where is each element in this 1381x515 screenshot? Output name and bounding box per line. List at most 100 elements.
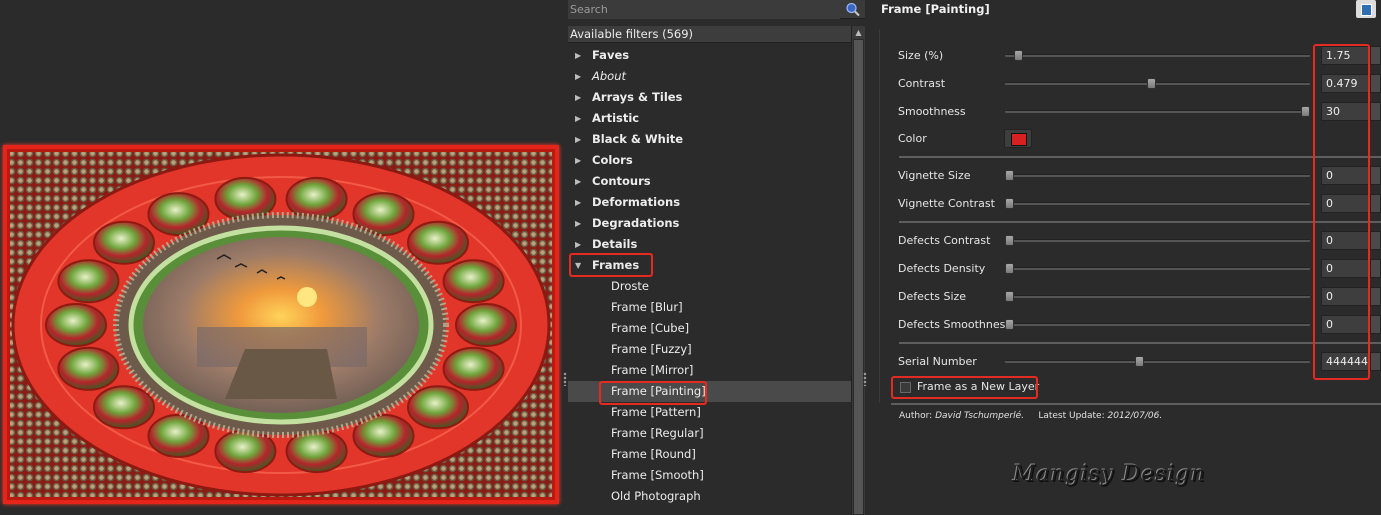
author-info: Author: David Tschumperlé. Latest Update… — [899, 411, 1162, 421]
tree-category[interactable]: ▶ About — [568, 66, 851, 87]
tree-filter-item[interactable]: Frame [Mirror] — [568, 360, 851, 381]
tree-category-label: Artistic — [592, 111, 640, 125]
tree-category[interactable]: ▶ Arrays & Tiles — [568, 87, 851, 108]
spin-arrows-icon[interactable] — [1370, 352, 1381, 371]
slider-handle[interactable] — [1005, 235, 1014, 246]
separator — [899, 342, 1381, 344]
collapsed-arrow-icon[interactable]: ▶ — [575, 129, 585, 150]
tree-filter-item[interactable]: Frame [Pattern] — [568, 402, 851, 423]
search-input[interactable] — [568, 0, 840, 19]
vignette-size-slider[interactable] — [1005, 170, 1310, 181]
serial-number-label: Serial Number — [898, 355, 977, 368]
tree-category[interactable]: ▶ Black & White — [568, 129, 851, 150]
slider-handle[interactable] — [1135, 356, 1144, 367]
slider-handle[interactable] — [1301, 106, 1310, 117]
filters-header[interactable]: Available filters (569) — [568, 26, 851, 43]
update-date: 2012/07/06. — [1107, 411, 1163, 421]
defects-density-slider[interactable] — [1005, 263, 1310, 274]
tree-filter-item[interactable]: Frame [Round] — [568, 444, 851, 465]
slider-handle[interactable] — [1005, 319, 1014, 330]
tree-category[interactable]: ▶ Contours — [568, 171, 851, 192]
collapsed-arrow-icon[interactable]: ▶ — [575, 108, 585, 129]
spin-arrows-icon[interactable] — [1370, 287, 1381, 306]
tree-category[interactable]: ▶ Artistic — [568, 108, 851, 129]
slider-handle[interactable] — [1005, 170, 1014, 181]
filters-panel: Available filters (569) ▶ Faves ▶ About ▶ Arr… — [568, 0, 865, 515]
tree-category-label: Black & White — [592, 132, 684, 146]
defects-contrast-slider[interactable] — [1005, 235, 1310, 246]
bubble-ornament — [214, 429, 277, 474]
scroll-up-icon[interactable]: ▲ — [854, 28, 863, 37]
slider-handle[interactable] — [1005, 263, 1014, 274]
tree-category-label: Arrays & Tiles — [592, 90, 683, 104]
tree-filter-item[interactable]: Frame [Fuzzy] — [568, 339, 851, 360]
footer-separator — [891, 403, 1381, 405]
tree-scrollbar[interactable]: ▲ — [851, 26, 865, 515]
spin-arrows-icon[interactable] — [1370, 231, 1381, 250]
painting-highlight-box — [599, 381, 707, 405]
update-label: Latest Update: — [1038, 411, 1105, 421]
smoothness-label: Smoothness — [898, 105, 966, 118]
slider-handle[interactable] — [1014, 50, 1023, 61]
collapsed-arrow-icon[interactable]: ▶ — [575, 66, 585, 87]
collapsed-arrow-icon[interactable]: ▶ — [575, 45, 585, 66]
tree-filter-item[interactable]: Frame [Regular] — [568, 423, 851, 444]
tree-filter-label: Old Photograph — [611, 489, 701, 503]
slider-handle[interactable] — [1147, 78, 1156, 89]
layer-mode-icon[interactable] — [1356, 0, 1376, 18]
tree-filter-item[interactable]: Frame [Blur] — [568, 297, 851, 318]
tree-filter-label: Frame [Mirror] — [611, 363, 694, 377]
slider-handle[interactable] — [1005, 291, 1014, 302]
splitter-handle[interactable] — [563, 372, 567, 386]
tree-filter-item[interactable]: Droste — [568, 276, 851, 297]
tree-filter-item[interactable]: Frame [Smooth] — [568, 465, 851, 486]
tree-category-label: Contours — [592, 174, 651, 188]
tree-filter-item[interactable]: Old Photograph — [568, 486, 851, 507]
scroll-thumb[interactable] — [853, 39, 864, 515]
bubble-ornament — [352, 192, 415, 237]
vignette-contrast-slider[interactable] — [1005, 198, 1310, 209]
spin-arrows-icon[interactable] — [1370, 315, 1381, 334]
search-bar — [568, 0, 865, 19]
tree-filter-label: Droste — [611, 279, 649, 293]
collapsed-arrow-icon[interactable]: ▶ — [575, 150, 585, 171]
spin-arrows-icon[interactable] — [1370, 46, 1381, 65]
collapsed-arrow-icon[interactable]: ▶ — [575, 213, 585, 234]
collapsed-arrow-icon[interactable]: ▶ — [575, 87, 585, 108]
color-swatch[interactable] — [1004, 129, 1032, 148]
preview-pane[interactable] — [0, 0, 567, 515]
color-label: Color — [898, 132, 927, 145]
spin-arrows-icon[interactable] — [1370, 102, 1381, 121]
spin-arrows-icon[interactable] — [1370, 74, 1381, 93]
smoothness-slider[interactable] — [1005, 106, 1310, 117]
collapsed-arrow-icon[interactable]: ▶ — [575, 171, 585, 192]
bubble-ornament — [285, 429, 348, 474]
bubble-ornament — [455, 303, 517, 347]
spin-arrows-icon[interactable] — [1370, 194, 1381, 213]
serial-number-slider[interactable] — [1005, 356, 1310, 367]
slider-handle[interactable] — [1005, 198, 1014, 209]
contrast-slider[interactable] — [1005, 78, 1310, 89]
defects-size-slider[interactable] — [1005, 291, 1310, 302]
tree-filter-item[interactable]: Frame [Cube] — [568, 318, 851, 339]
tree-category[interactable]: ▶ Details — [568, 234, 851, 255]
spin-arrows-icon[interactable] — [1370, 166, 1381, 185]
filter-tree[interactable]: ▶ Faves ▶ About ▶ Arrays & Tiles ▶ Artistic ▶ Bla… — [568, 45, 851, 515]
tree-category[interactable]: ▶ Faves — [568, 45, 851, 66]
tree-category-label: Colors — [592, 153, 633, 167]
spin-arrows-icon[interactable] — [1370, 259, 1381, 278]
collapsed-arrow-icon[interactable]: ▶ — [575, 192, 585, 213]
tree-category[interactable]: ▶ Deformations — [568, 192, 851, 213]
splitter-handle-2[interactable] — [863, 372, 867, 386]
vignette-size-label: Vignette Size — [898, 169, 971, 182]
collapsed-arrow-icon[interactable]: ▶ — [575, 234, 585, 255]
defects-smoothness-slider[interactable] — [1005, 319, 1310, 330]
bubble-ornament — [57, 259, 120, 304]
preview-image — [3, 145, 559, 504]
separator — [899, 221, 1381, 223]
search-icon[interactable] — [844, 1, 862, 18]
tree-category[interactable]: ▶ Degradations — [568, 213, 851, 234]
defects-smoothness-label: Defects Smoothness — [898, 318, 1012, 331]
size-slider[interactable] — [1005, 50, 1310, 61]
tree-category[interactable]: ▶ Colors — [568, 150, 851, 171]
